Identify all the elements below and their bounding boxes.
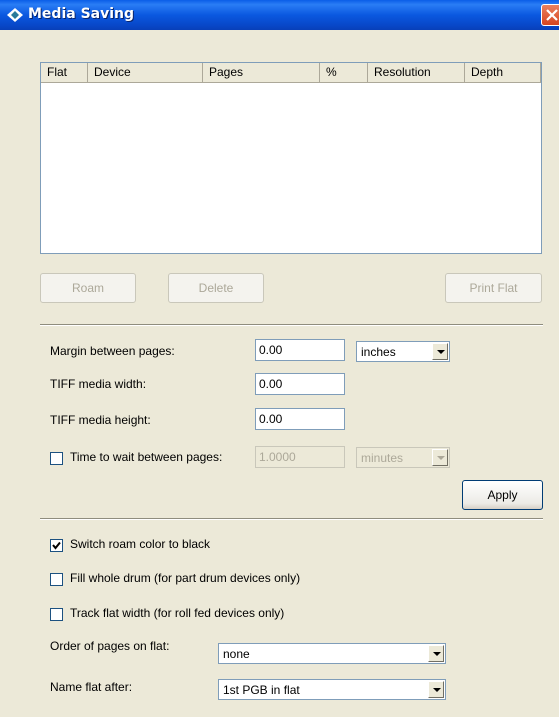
column-header-percent[interactable]: % [320,63,368,83]
separator [40,324,543,326]
fill-drum-label: Fill whole drum (for part drum devices o… [70,571,301,585]
checkmark-icon [52,541,61,550]
column-header-pages[interactable]: Pages [203,63,320,83]
order-value: none [223,647,250,661]
name-value: 1st PGB in flat [223,683,300,697]
wait-input[interactable]: 1.0000 [255,446,345,468]
separator [40,518,543,520]
apply-button[interactable]: Apply [462,480,543,510]
roam-button[interactable]: Roam [40,273,136,303]
margin-unit-select[interactable]: inches [356,341,450,362]
tiff-height-input[interactable]: 0.00 [255,408,345,430]
order-select[interactable]: none [218,643,446,664]
dropdown-arrow-icon[interactable] [432,343,448,360]
switch-roam-checkbox[interactable] [50,539,63,552]
wait-label: Time to wait between pages: [70,450,223,464]
dropdown-arrow-icon[interactable] [428,645,444,662]
fill-drum-checkbox[interactable] [50,573,63,586]
column-header-depth[interactable]: Depth [465,63,541,83]
tiff-height-label: TIFF media height: [50,413,151,427]
flats-list[interactable]: Flat Device Pages % Resolution Depth [40,62,542,254]
column-header-resolution[interactable]: Resolution [368,63,465,83]
wait-checkbox[interactable] [50,452,63,465]
close-icon [546,9,558,21]
tiff-width-input[interactable]: 0.00 [255,373,345,395]
name-label: Name flat after: [50,680,133,694]
order-label: Order of pages on flat: [50,639,170,653]
delete-button[interactable]: Delete [168,273,264,303]
print-flat-button[interactable]: Print Flat [445,273,542,303]
column-header-device[interactable]: Device [88,63,203,83]
margin-unit-value: inches [361,345,396,359]
close-button[interactable] [541,4,559,26]
track-width-checkbox[interactable] [50,608,63,621]
dropdown-arrow-icon[interactable] [428,681,444,698]
window-title: Media Saving [28,6,135,22]
switch-roam-label: Switch roam color to black [70,537,211,551]
name-select[interactable]: 1st PGB in flat [218,679,446,700]
wait-unit-select[interactable]: minutes [356,447,450,468]
wait-unit-value: minutes [361,451,404,465]
title-bar[interactable]: Media Saving [0,0,559,30]
track-width-label: Track flat width (for roll fed devices o… [70,606,285,620]
app-icon [7,8,23,22]
margin-label: Margin between pages: [50,344,175,358]
tiff-width-label: TIFF media width: [50,377,147,391]
column-header-flat[interactable]: Flat [41,63,88,83]
margin-input[interactable]: 0.00 [255,339,345,361]
dropdown-arrow-icon[interactable] [432,449,448,466]
